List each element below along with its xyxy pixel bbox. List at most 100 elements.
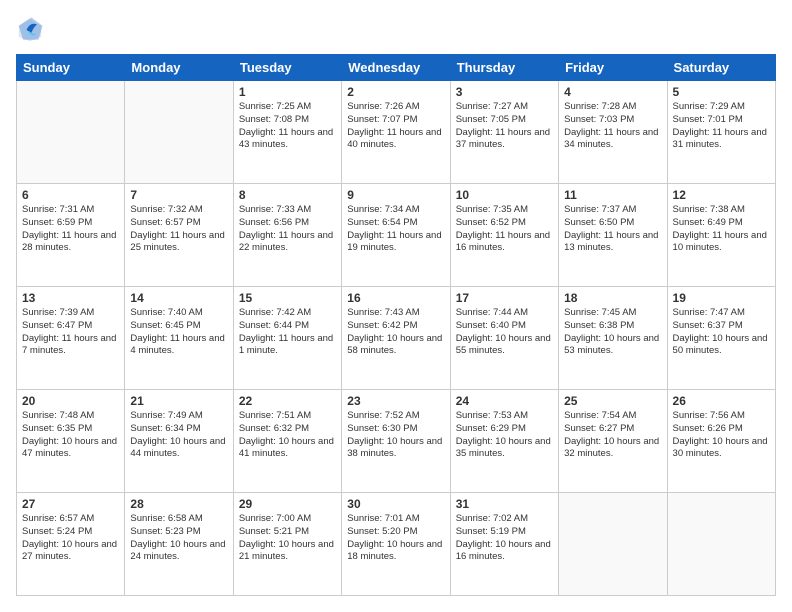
cell-content: Sunrise: 7:32 AMSunset: 6:57 PMDaylight:… (130, 204, 227, 255)
day-number: 10 (456, 188, 553, 202)
day-number: 1 (239, 85, 336, 99)
day-number: 29 (239, 497, 336, 511)
day-number: 4 (564, 85, 661, 99)
calendar-cell: 6 Sunrise: 7:31 AMSunset: 6:59 PMDaylight… (17, 184, 125, 287)
calendar-cell: 3Sunrise: 7:27 AMSunset: 7:05 PMDaylight… (450, 81, 558, 184)
day-number: 24 (456, 394, 553, 408)
calendar-cell (667, 493, 775, 596)
calendar-cell (559, 493, 667, 596)
cell-content: Sunrise: 7:51 AMSunset: 6:32 PMDaylight:… (239, 410, 336, 461)
col-header-friday: Friday (559, 55, 667, 81)
cell-content: Sunrise: 7:31 AMSunset: 6:59 PMDaylight:… (22, 204, 119, 255)
day-number: 31 (456, 497, 553, 511)
calendar-cell (125, 81, 233, 184)
calendar-header-row: SundayMondayTuesdayWednesdayThursdayFrid… (17, 55, 776, 81)
cell-content: Sunrise: 7:48 AMSunset: 6:35 PMDaylight:… (22, 410, 119, 461)
calendar-week-2: 13 Sunrise: 7:39 AMSunset: 6:47 PMDayligh… (17, 287, 776, 390)
cell-content: Sunrise: 7:56 AMSunset: 6:26 PMDaylight:… (673, 410, 770, 461)
cell-content: Sunrise: 7:39 AMSunset: 6:47 PMDaylight:… (22, 307, 119, 358)
calendar-cell: 22 Sunrise: 7:51 AMSunset: 6:32 PMDayligh… (233, 390, 341, 493)
day-number: 3 (456, 85, 553, 99)
calendar-week-1: 6 Sunrise: 7:31 AMSunset: 6:59 PMDaylight… (17, 184, 776, 287)
col-header-tuesday: Tuesday (233, 55, 341, 81)
cell-content: Sunrise: 7:47 AMSunset: 6:37 PMDaylight:… (673, 307, 770, 358)
cell-content: Sunrise: 7:33 AMSunset: 6:56 PMDaylight:… (239, 204, 336, 255)
calendar-table: SundayMondayTuesdayWednesdayThursdayFrid… (16, 54, 776, 596)
cell-content: Sunrise: 7:44 AMSunset: 6:40 PMDaylight:… (456, 307, 553, 358)
calendar-cell: 11Sunrise: 7:37 AMSunset: 6:50 PMDayligh… (559, 184, 667, 287)
header (16, 16, 776, 44)
day-number: 23 (347, 394, 444, 408)
calendar-cell: 23 Sunrise: 7:52 AMSunset: 6:30 PMDayligh… (342, 390, 450, 493)
day-number: 30 (347, 497, 444, 511)
calendar-cell: 12Sunrise: 7:38 AMSunset: 6:49 PMDayligh… (667, 184, 775, 287)
day-number: 28 (130, 497, 227, 511)
calendar-cell: 19 Sunrise: 7:47 AMSunset: 6:37 PMDayligh… (667, 287, 775, 390)
calendar-cell: 16Sunrise: 7:43 AMSunset: 6:42 PMDayligh… (342, 287, 450, 390)
day-number: 15 (239, 291, 336, 305)
calendar-cell: 25 Sunrise: 7:54 AMSunset: 6:27 PMDayligh… (559, 390, 667, 493)
day-number: 17 (456, 291, 553, 305)
col-header-sunday: Sunday (17, 55, 125, 81)
calendar-cell: 7 Sunrise: 7:32 AMSunset: 6:57 PMDaylight… (125, 184, 233, 287)
calendar-cell: 27Sunrise: 6:57 AMSunset: 5:24 PMDayligh… (17, 493, 125, 596)
day-number: 9 (347, 188, 444, 202)
day-number: 22 (239, 394, 336, 408)
calendar-cell: 4 Sunrise: 7:28 AMSunset: 7:03 PMDaylight… (559, 81, 667, 184)
cell-content: Sunrise: 7:53 AMSunset: 6:29 PMDaylight:… (456, 410, 553, 461)
day-number: 6 (22, 188, 119, 202)
calendar-cell: 17 Sunrise: 7:44 AMSunset: 6:40 PMDayligh… (450, 287, 558, 390)
cell-content: Sunrise: 7:29 AMSunset: 7:01 PMDaylight:… (673, 101, 770, 152)
day-number: 25 (564, 394, 661, 408)
logo-icon (16, 16, 44, 44)
day-number: 7 (130, 188, 227, 202)
calendar-cell: 21 Sunrise: 7:49 AMSunset: 6:34 PMDayligh… (125, 390, 233, 493)
calendar-cell: 29 Sunrise: 7:00 AMSunset: 5:21 PMDayligh… (233, 493, 341, 596)
cell-content: Sunrise: 7:01 AMSunset: 5:20 PMDaylight:… (347, 513, 444, 564)
day-number: 21 (130, 394, 227, 408)
day-number: 5 (673, 85, 770, 99)
calendar-cell: 28Sunrise: 6:58 AMSunset: 5:23 PMDayligh… (125, 493, 233, 596)
cell-content: Sunrise: 7:28 AMSunset: 7:03 PMDaylight:… (564, 101, 661, 152)
day-number: 11 (564, 188, 661, 202)
cell-content: Sunrise: 7:54 AMSunset: 6:27 PMDaylight:… (564, 410, 661, 461)
cell-content: Sunrise: 7:26 AMSunset: 7:07 PMDaylight:… (347, 101, 444, 152)
calendar-cell: 14 Sunrise: 7:40 AMSunset: 6:45 PMDayligh… (125, 287, 233, 390)
calendar-week-4: 27Sunrise: 6:57 AMSunset: 5:24 PMDayligh… (17, 493, 776, 596)
page: SundayMondayTuesdayWednesdayThursdayFrid… (0, 0, 792, 612)
logo (16, 16, 48, 44)
day-number: 16 (347, 291, 444, 305)
calendar-cell: 10Sunrise: 7:35 AMSunset: 6:52 PMDayligh… (450, 184, 558, 287)
cell-content: Sunrise: 7:25 AMSunset: 7:08 PMDaylight:… (239, 101, 336, 152)
col-header-monday: Monday (125, 55, 233, 81)
cell-content: Sunrise: 7:52 AMSunset: 6:30 PMDaylight:… (347, 410, 444, 461)
cell-content: Sunrise: 7:38 AMSunset: 6:49 PMDaylight:… (673, 204, 770, 255)
calendar-cell: 24 Sunrise: 7:53 AMSunset: 6:29 PMDayligh… (450, 390, 558, 493)
day-number: 20 (22, 394, 119, 408)
day-number: 19 (673, 291, 770, 305)
cell-content: Sunrise: 7:49 AMSunset: 6:34 PMDaylight:… (130, 410, 227, 461)
calendar-cell: 2 Sunrise: 7:26 AMSunset: 7:07 PMDaylight… (342, 81, 450, 184)
calendar-cell: 18Sunrise: 7:45 AMSunset: 6:38 PMDayligh… (559, 287, 667, 390)
cell-content: Sunrise: 7:45 AMSunset: 6:38 PMDaylight:… (564, 307, 661, 358)
calendar-cell: 5 Sunrise: 7:29 AMSunset: 7:01 PMDaylight… (667, 81, 775, 184)
calendar-cell: 26 Sunrise: 7:56 AMSunset: 6:26 PMDayligh… (667, 390, 775, 493)
day-number: 14 (130, 291, 227, 305)
col-header-thursday: Thursday (450, 55, 558, 81)
calendar-cell: 30 Sunrise: 7:01 AMSunset: 5:20 PMDayligh… (342, 493, 450, 596)
calendar-cell: 9 Sunrise: 7:34 AMSunset: 6:54 PMDaylight… (342, 184, 450, 287)
cell-content: Sunrise: 7:34 AMSunset: 6:54 PMDaylight:… (347, 204, 444, 255)
calendar-week-3: 20 Sunrise: 7:48 AMSunset: 6:35 PMDayligh… (17, 390, 776, 493)
col-header-saturday: Saturday (667, 55, 775, 81)
calendar-cell: 1 Sunrise: 7:25 AMSunset: 7:08 PMDaylight… (233, 81, 341, 184)
col-header-wednesday: Wednesday (342, 55, 450, 81)
day-number: 2 (347, 85, 444, 99)
calendar-cell: 13 Sunrise: 7:39 AMSunset: 6:47 PMDayligh… (17, 287, 125, 390)
cell-content: Sunrise: 7:00 AMSunset: 5:21 PMDaylight:… (239, 513, 336, 564)
day-number: 27 (22, 497, 119, 511)
day-number: 13 (22, 291, 119, 305)
day-number: 26 (673, 394, 770, 408)
cell-content: Sunrise: 7:40 AMSunset: 6:45 PMDaylight:… (130, 307, 227, 358)
cell-content: Sunrise: 7:02 AMSunset: 5:19 PMDaylight:… (456, 513, 553, 564)
calendar-week-0: 1 Sunrise: 7:25 AMSunset: 7:08 PMDaylight… (17, 81, 776, 184)
